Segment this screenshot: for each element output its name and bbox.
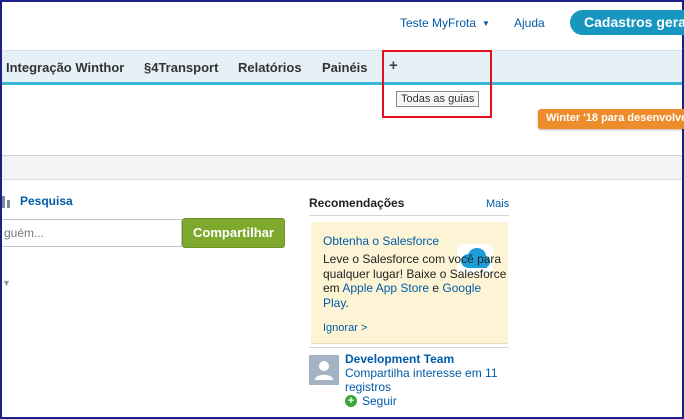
section-band <box>2 156 682 180</box>
tab-relatorios[interactable]: Relatórios <box>238 60 302 75</box>
app-store-link[interactable]: Apple App Store <box>342 281 429 295</box>
user-menu[interactable]: Teste MyFrota ▼ <box>400 16 490 30</box>
poll-tab[interactable]: Pesquisa <box>20 194 73 208</box>
tab-paineis[interactable]: Painéis <box>322 60 368 75</box>
help-link[interactable]: Ajuda <box>514 16 545 30</box>
person-name-link[interactable]: Development Team <box>345 352 454 366</box>
tab-bar: Integração Winthor §4Transport Relatório… <box>2 50 682 85</box>
promo-title-link[interactable]: Obtenha o Salesforce <box>323 234 439 248</box>
salesforce-promo-card: Obtenha o Salesforce Leve o Salesforce c… <box>311 222 508 344</box>
promo-period: . <box>345 295 349 310</box>
recommendations-more-link[interactable]: Mais <box>486 198 509 210</box>
recommendations-title: Recomendações <box>309 196 405 210</box>
ignore-link[interactable]: Ignorar > <box>323 322 367 334</box>
mention-input[interactable]: guém... <box>2 219 182 247</box>
avatar[interactable] <box>309 355 339 385</box>
cadastros-gerais-button[interactable]: Cadastros gerais <box>570 10 684 35</box>
promo-or-text: e <box>429 281 443 295</box>
divider <box>309 347 509 348</box>
highlight-annotation <box>382 50 492 118</box>
person-description[interactable]: Compartilha interesse em 11 registros <box>345 366 505 394</box>
plus-circle-icon: + <box>345 395 357 407</box>
tab-4transport[interactable]: §4Transport <box>144 60 218 75</box>
winter-release-badge[interactable]: Winter '18 para desenvolvedores <box>538 109 684 129</box>
promo-body: Leve o Salesforce com você para qualquer… <box>323 252 507 310</box>
tab-integracao-winthor[interactable]: Integração Winthor <box>6 60 124 75</box>
all-tabs-tooltip: Todas as guias <box>396 91 480 107</box>
top-bar: Teste MyFrota ▼ Ajuda Cadastros gerais <box>2 2 684 48</box>
user-menu-label: Teste MyFrota <box>400 16 477 30</box>
follow-button[interactable]: + Seguir <box>345 394 397 408</box>
chevron-down-icon: ▼ <box>482 18 490 28</box>
divider <box>309 215 509 216</box>
poll-icon <box>2 196 10 208</box>
expand-arrow-icon: ▼ <box>2 278 11 288</box>
share-button[interactable]: Compartilhar <box>182 218 285 248</box>
follow-label: Seguir <box>362 394 397 408</box>
user-silhouette-icon <box>315 361 333 380</box>
